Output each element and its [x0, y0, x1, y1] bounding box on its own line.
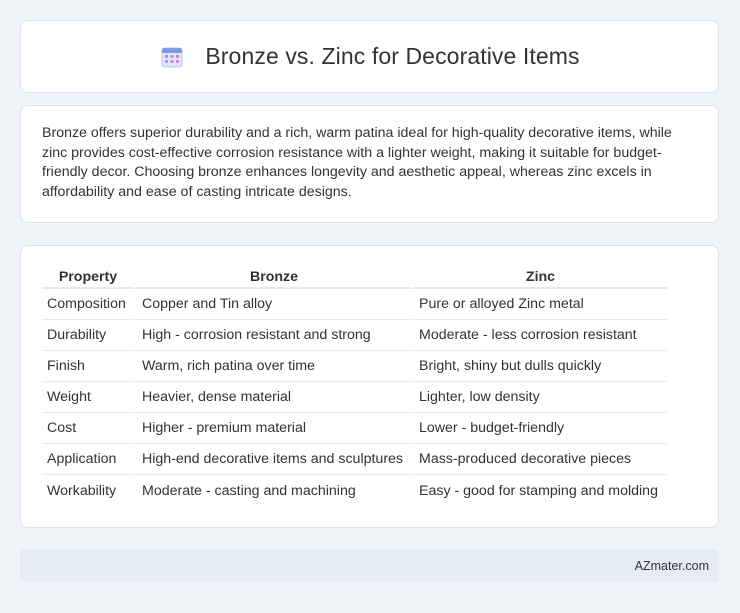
- table-row: Durability High - corrosion resistant an…: [42, 320, 667, 351]
- cell-zinc: Lower - budget-friendly: [411, 413, 667, 444]
- intro-card: Bronze offers superior durability and a …: [20, 105, 719, 223]
- cell-zinc: Easy - good for stamping and molding: [411, 475, 667, 506]
- cell-zinc: Pure or alloyed Zinc metal: [411, 289, 667, 320]
- table-row: Weight Heavier, dense material Lighter, …: [42, 382, 667, 413]
- header-bronze: Bronze: [134, 267, 411, 289]
- table-header-row: Property Bronze Zinc: [42, 267, 667, 289]
- table-row: Cost Higher - premium material Lower - b…: [42, 413, 667, 444]
- cell-zinc: Lighter, low density: [411, 382, 667, 413]
- cell-bronze: Copper and Tin alloy: [134, 289, 411, 320]
- cell-property: Cost: [42, 413, 134, 444]
- page-title: Bronze vs. Zinc for Decorative Items: [205, 43, 580, 69]
- calendar-icon: [159, 44, 185, 70]
- cell-property: Finish: [42, 351, 134, 382]
- cell-bronze: Heavier, dense material: [134, 382, 411, 413]
- header-zinc: Zinc: [411, 267, 667, 289]
- table-row: Workability Moderate - casting and machi…: [42, 475, 667, 506]
- cell-bronze: Moderate - casting and machining: [134, 475, 411, 506]
- table-row: Composition Copper and Tin alloy Pure or…: [42, 289, 667, 320]
- title-wrap: Bronze vs. Zinc for Decorative Items: [159, 43, 580, 70]
- intro-paragraph: Bronze offers superior durability and a …: [42, 125, 672, 200]
- cell-property: Composition: [42, 289, 134, 320]
- cell-property: Durability: [42, 320, 134, 351]
- footer-site-label: AZmater.com: [634, 558, 709, 573]
- cell-property: Weight: [42, 382, 134, 413]
- cell-zinc: Moderate - less corrosion resistant: [411, 320, 667, 351]
- cell-bronze: High-end decorative items and sculptures: [134, 444, 411, 475]
- cell-bronze: Higher - premium material: [134, 413, 411, 444]
- cell-bronze: High - corrosion resistant and strong: [134, 320, 411, 351]
- header-property: Property: [42, 267, 134, 289]
- cell-zinc: Bright, shiny but dulls quickly: [411, 351, 667, 382]
- comparison-table: Property Bronze Zinc Composition Copper …: [42, 267, 667, 506]
- table-card: Property Bronze Zinc Composition Copper …: [20, 245, 719, 528]
- footer: AZmater.com: [20, 549, 719, 582]
- title-card: Bronze vs. Zinc for Decorative Items: [20, 20, 719, 93]
- cell-zinc: Mass-produced decorative pieces: [411, 444, 667, 475]
- table-row: Application High-end decorative items an…: [42, 444, 667, 475]
- table-row: Finish Warm, rich patina over time Brigh…: [42, 351, 667, 382]
- cell-property: Application: [42, 444, 134, 475]
- cell-property: Workability: [47, 482, 117, 499]
- cell-bronze: Warm, rich patina over time: [134, 351, 411, 382]
